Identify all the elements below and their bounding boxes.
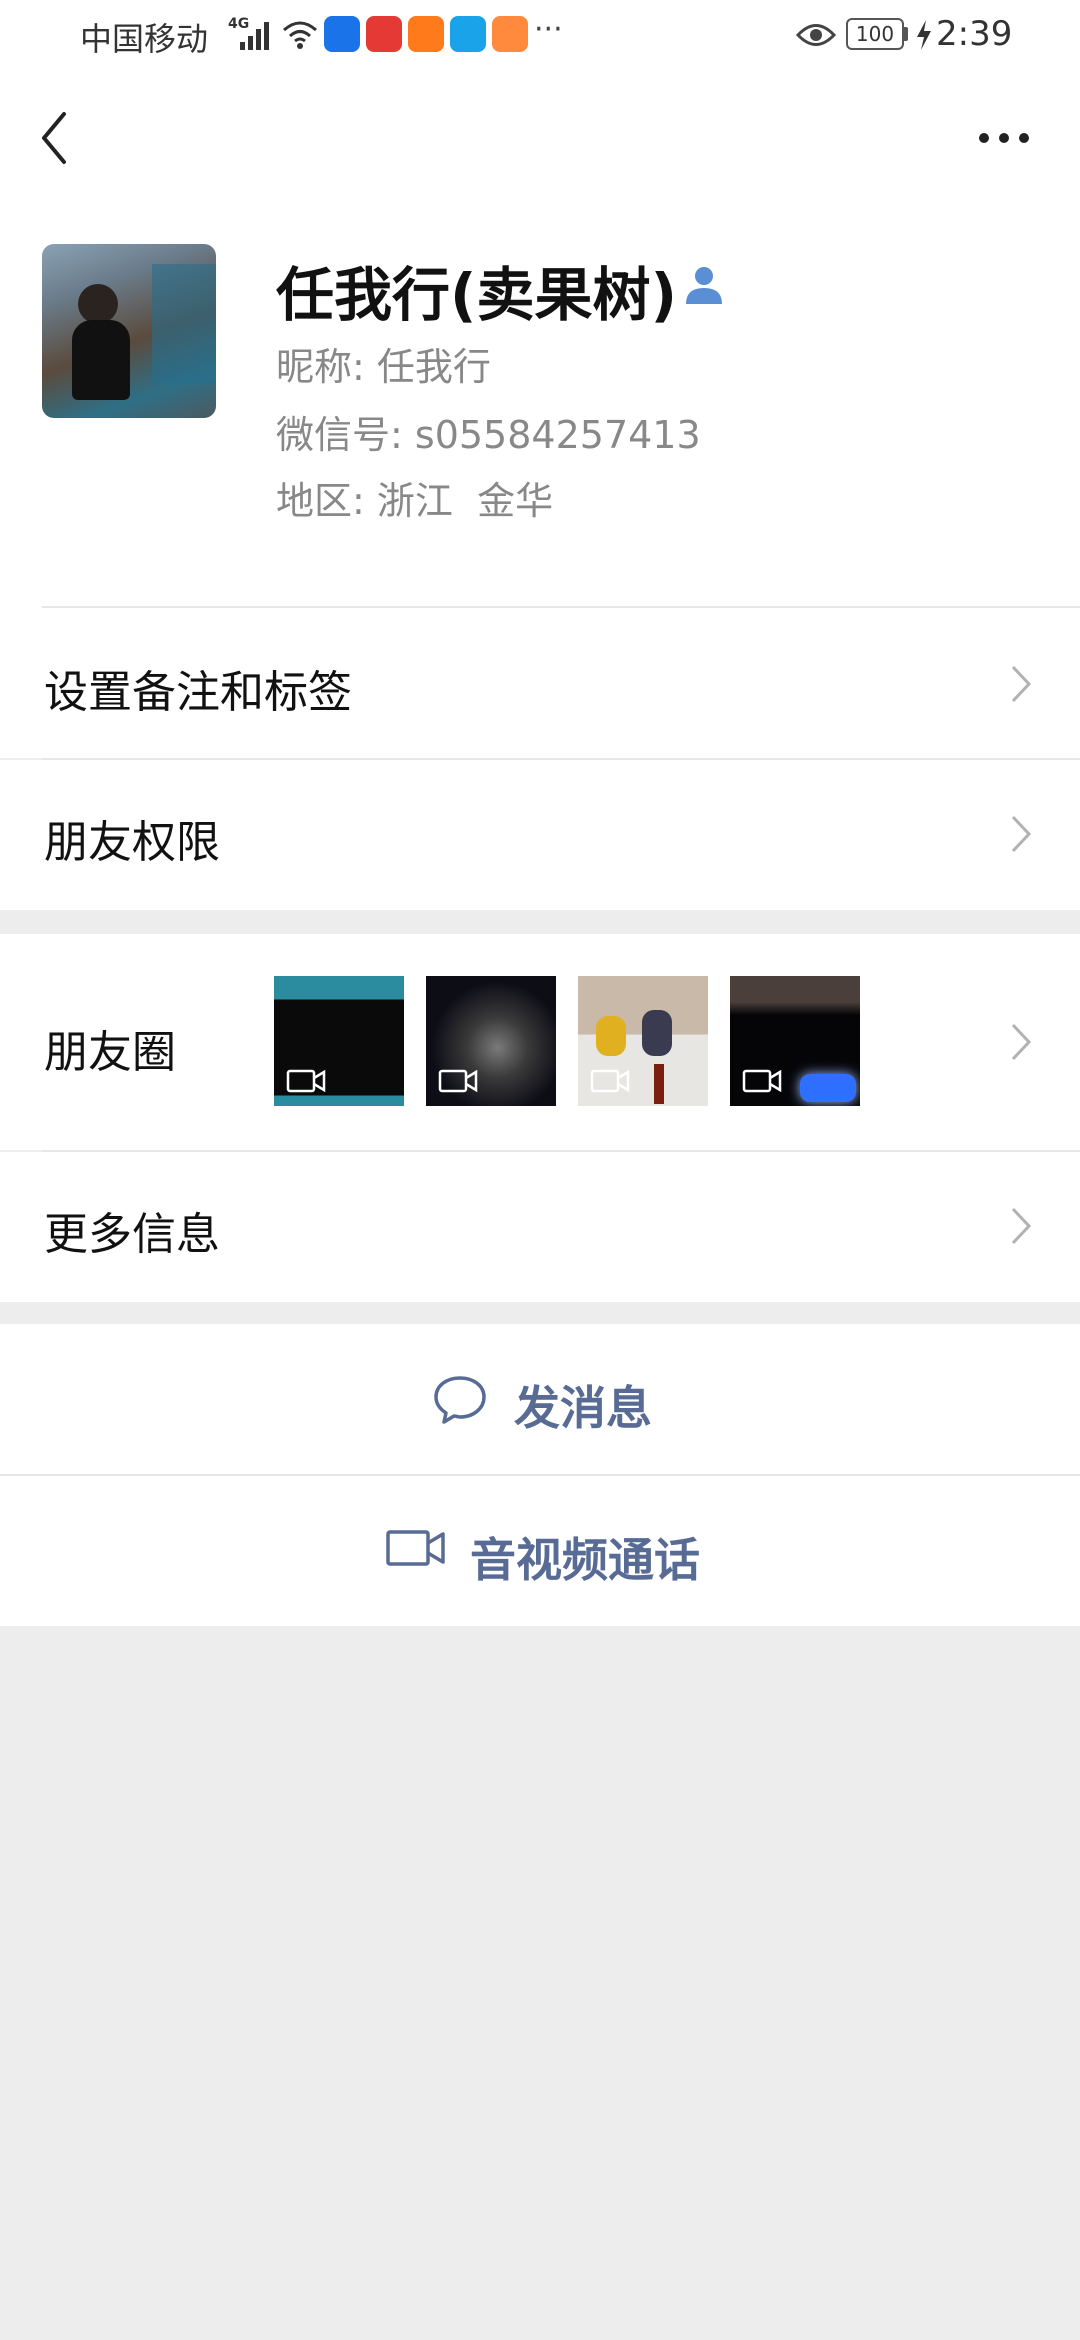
wechat-id-label: 微信号: [276,413,403,457]
more-notifications-icon: ··· [534,12,563,47]
region-value: 浙江 金华 [376,479,554,523]
app-notification-icon [366,16,402,52]
wechat-id-row: 微信号: s05584257413 [276,404,701,459]
wechat-id-value: s05584257413 [414,413,701,457]
app-notification-icon [492,16,528,52]
chevron-right-icon [1011,815,1032,853]
verified-contact-icon [686,267,722,304]
battery-tip [904,27,908,41]
video-icon [742,1069,782,1093]
carrier-label: 中国移动 [80,20,209,58]
nickname-row: 昵称: 任我行 [276,336,491,391]
region-row: 地区: 浙江 金华 [276,470,553,525]
video-icon [438,1069,478,1093]
moments-thumbnail[interactable] [730,976,860,1106]
more-info-label: 更多信息 [44,1209,220,1260]
video-call-button[interactable]: 音视频通话 [0,1476,1080,1626]
chat-bubble-icon [434,1376,486,1424]
charging-icon [917,20,931,50]
nickname-label: 昵称: [276,345,365,389]
set-remark-tags-label: 设置备注和标签 [44,667,352,718]
video-camera-icon [386,1530,445,1566]
moments-thumbnail[interactable] [426,976,556,1106]
clock: 2:39 [936,14,1013,54]
moments-thumbnail[interactable] [578,976,708,1106]
video-icon [286,1069,326,1093]
video-call-label: 音视频通话 [470,1533,700,1587]
friend-permissions-row[interactable]: 朋友权限 [0,760,1080,910]
wifi-icon [283,21,317,49]
send-message-label: 发消息 [514,1381,652,1435]
battery-indicator: 100 [846,18,904,50]
moments-thumbnail[interactable] [274,976,404,1106]
friend-permissions-label: 朋友权限 [44,817,220,868]
chevron-right-icon [1011,665,1032,703]
moments-label: 朋友圈 [44,1027,176,1078]
signal-icon [240,22,269,50]
app-notification-icon [408,16,444,52]
chevron-right-icon [1011,1207,1032,1245]
app-notification-icon [450,16,486,52]
chevron-right-icon [1011,1023,1032,1061]
back-icon[interactable] [36,108,76,168]
more-info-row[interactable]: 更多信息 [0,1152,1080,1302]
avatar[interactable] [42,244,216,418]
nickname-value: 任我行 [376,345,491,389]
video-icon [590,1069,630,1093]
set-remark-tags-row[interactable]: 设置备注和标签 [0,608,1080,758]
send-message-button[interactable]: 发消息 [0,1324,1080,1474]
display-name: 任我行(卖果树) [276,261,678,329]
region-label: 地区: [276,479,365,523]
eye-icon [796,24,836,46]
app-notification-icon [324,16,360,52]
more-options-icon[interactable] [976,128,1032,148]
